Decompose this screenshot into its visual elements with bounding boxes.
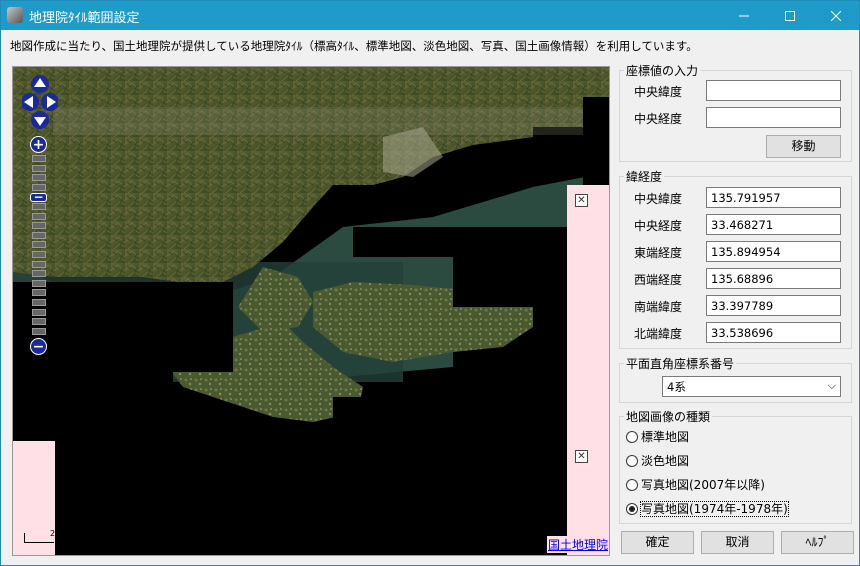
- zoom-tick[interactable]: [32, 318, 46, 326]
- latlon-label: 東端経度: [634, 246, 683, 260]
- latlon-title: 緯経度: [624, 168, 665, 185]
- radio-button-icon[interactable]: [626, 431, 638, 443]
- zoom-tick[interactable]: [32, 299, 46, 306]
- radio-button-icon[interactable]: [626, 503, 638, 515]
- image-type-option[interactable]: 淡色地図: [626, 452, 689, 469]
- image-type-label: 標準地図: [641, 430, 690, 444]
- zoom-tick[interactable]: [32, 289, 46, 297]
- latlon-label: 西端経度: [634, 273, 683, 287]
- close-icon: [831, 10, 841, 21]
- radio-button-icon[interactable]: [626, 455, 638, 467]
- broken-tile-icon: ✕: [575, 450, 588, 463]
- ok-button[interactable]: 確定: [621, 531, 694, 554]
- help-button[interactable]: ﾍﾙﾌﾟ: [781, 531, 854, 554]
- maximize-button[interactable]: [767, 1, 813, 30]
- scale-bar: 2: [24, 529, 55, 543]
- zoom-tick[interactable]: [32, 241, 46, 249]
- minimize-button[interactable]: [721, 1, 767, 30]
- image-type-label: 淡色地図: [641, 454, 690, 468]
- coord-input-group: 座標値の入力 中央緯度 中央経度 移動: [619, 62, 852, 162]
- latlon-label: 北端緯度: [634, 327, 683, 341]
- image-type-title: 地図画像の種類: [624, 408, 713, 425]
- image-type-option[interactable]: 標準地図: [626, 428, 689, 445]
- latlon-label: 中央経度: [634, 219, 683, 233]
- zoom-tick[interactable]: [32, 260, 46, 268]
- zoom-tick[interactable]: [32, 203, 46, 210]
- plane-select[interactable]: 4系 ⌵: [662, 376, 841, 397]
- window-title: 地理院ﾀｲﾙ範囲設定: [29, 11, 140, 26]
- app-icon: [7, 7, 23, 23]
- coord-lat-input[interactable]: [706, 80, 841, 101]
- latlon-value[interactable]: 33.397789: [706, 295, 841, 316]
- zoom-tick[interactable]: [32, 251, 46, 258]
- coord-input-title: 座標値の入力: [624, 62, 701, 79]
- tile-missing-right: [567, 185, 609, 555]
- image-type-option[interactable]: 写真地図(2007年以降): [626, 476, 765, 493]
- latlon-label: 南端緯度: [634, 300, 683, 314]
- minimize-icon: [739, 15, 749, 16]
- chevron-down-icon: ⌵: [827, 379, 836, 392]
- zoom-tick[interactable]: [32, 231, 46, 239]
- coord-lon-label: 中央経度: [634, 112, 683, 126]
- image-type-group: 地図画像の種類 標準地図淡色地図写真地図(2007年以降) 写真地図(1974年-…: [619, 408, 852, 524]
- latlon-value[interactable]: 135.791957: [706, 187, 841, 208]
- zoom-tick[interactable]: [32, 222, 46, 230]
- map-view[interactable]: ✕ ✕ + − − 2 国土地理院: [12, 66, 610, 556]
- zoom-tick[interactable]: [32, 279, 46, 287]
- plane-selected: 4系: [667, 380, 686, 394]
- zoom-in-button[interactable]: +: [30, 136, 47, 153]
- map-imagery[interactable]: [13, 67, 610, 556]
- zoom-tick[interactable]: [32, 212, 46, 220]
- coord-lat-label: 中央緯度: [634, 85, 683, 99]
- move-button[interactable]: 移動: [766, 135, 841, 158]
- latlon-value[interactable]: 135.894954: [706, 241, 841, 262]
- zoom-tick[interactable]: [32, 308, 46, 316]
- cancel-button[interactable]: 取消: [701, 531, 774, 554]
- latlon-group: 緯経度 中央緯度 135.791957 中央経度 33.468271 東端経度 135.8…: [619, 168, 852, 349]
- zoom-out-button[interactable]: −: [30, 338, 47, 355]
- image-type-option[interactable]: 写真地図(1974年-1978年): [626, 500, 789, 517]
- plane-group: 平面直角座標系番号 4系 ⌵: [619, 355, 852, 403]
- maximize-icon: [785, 10, 795, 21]
- image-type-label: 写真地図(2007年以降): [641, 478, 765, 492]
- zoom-tick[interactable]: [32, 155, 46, 162]
- coord-lon-input[interactable]: [706, 107, 841, 128]
- image-type-label: 写真地図(1974年-1978年): [640, 501, 789, 517]
- usage-notice: 地図作成に当たり、国土地理院が提供している地理院ﾀｲﾙ（標高ﾀｲﾙ、標準地図、淡…: [10, 39, 698, 53]
- zoom-tick[interactable]: [32, 174, 46, 182]
- plane-title: 平面直角座標系番号: [624, 355, 737, 372]
- latlon-label: 中央緯度: [634, 192, 683, 206]
- latlon-value[interactable]: 33.538696: [706, 322, 841, 343]
- broken-tile-icon: ✕: [575, 194, 588, 207]
- gsi-attribution-link[interactable]: 国土地理院: [547, 536, 609, 553]
- app-window: 地理院ﾀｲﾙ範囲設定 地図作成に当たり、国土地理院が提供している地理院ﾀｲﾙ（標…: [0, 0, 860, 566]
- zoom-tick[interactable]: [32, 270, 46, 278]
- latlon-value[interactable]: 33.468271: [706, 214, 841, 235]
- close-button[interactable]: [813, 1, 859, 30]
- latlon-value[interactable]: 135.68896: [706, 268, 841, 289]
- zoom-tick[interactable]: [32, 164, 46, 172]
- zoom-level-handle[interactable]: −: [30, 191, 47, 203]
- zoom-tick[interactable]: [32, 327, 46, 335]
- title-bar[interactable]: 地理院ﾀｲﾙ範囲設定: [1, 1, 859, 30]
- pan-control[interactable]: [22, 74, 58, 130]
- radio-button-icon[interactable]: [626, 479, 638, 491]
